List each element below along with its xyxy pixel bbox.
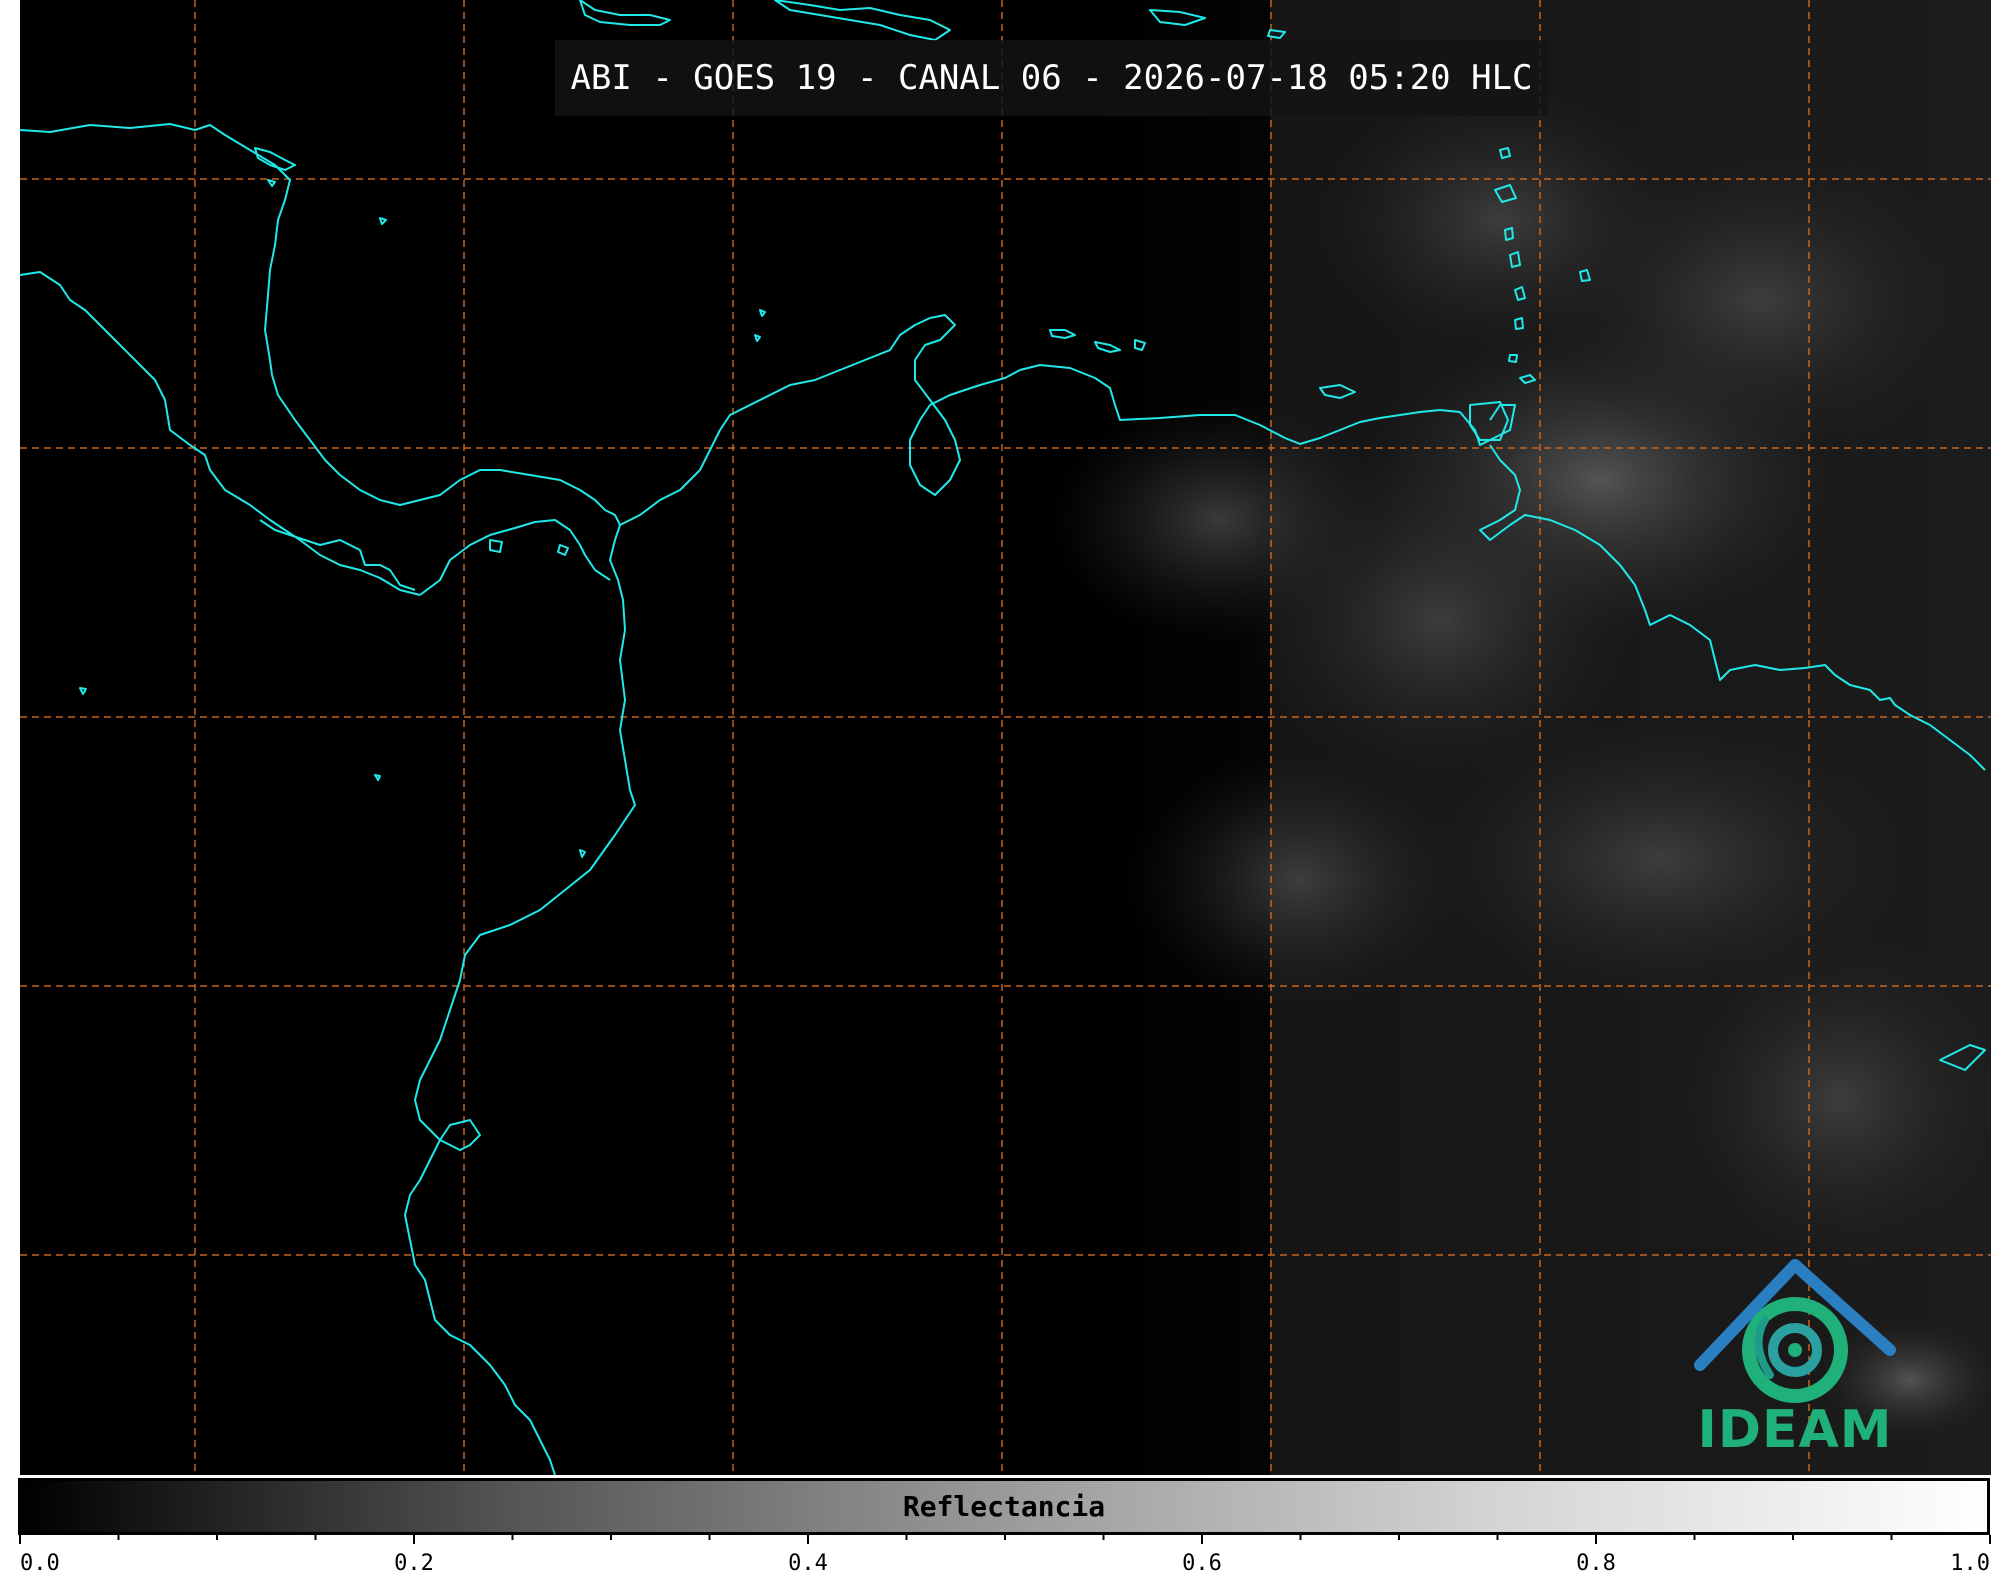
page-title: ABI - GOES 19 - CANAL 06 - 2026-07-18 05…	[570, 58, 1533, 98]
island-gorgona	[579, 849, 586, 858]
colorbar-tick-label: 1.0	[1950, 1551, 1990, 1576]
coastline-yucatan	[20, 123, 291, 376]
colorbar-tick-label: 0.0	[20, 1551, 60, 1576]
island-san-andres	[754, 334, 761, 342]
island-cocos	[79, 687, 87, 695]
colorbar-tick-label: 0.6	[1182, 1551, 1222, 1576]
coastline-central-america-pacific	[419, 519, 611, 596]
island-coiba	[489, 539, 503, 553]
island-swan	[379, 217, 387, 225]
coastline-panama-caribbean	[619, 314, 961, 526]
coastline-gulf-fonseca	[259, 519, 416, 591]
colorbar: Reflectancia	[18, 1478, 1990, 1535]
colorbar-tick-label: 0.2	[394, 1551, 434, 1576]
satellite-map: ABI - GOES 19 - CANAL 06 - 2026-07-18 05…	[20, 0, 1991, 1475]
colorbar-tick-label: 0.4	[788, 1551, 828, 1576]
coastline-panama-pacific	[404, 524, 636, 1475]
coastline-central-america-north	[20, 271, 421, 596]
title-banner: ABI - GOES 19 - CANAL 06 - 2026-07-18 05…	[555, 40, 1548, 116]
island-cuba	[579, 0, 671, 26]
coastline-gulf-honduras	[271, 374, 621, 526]
colorbar-tick-label: 0.8	[1576, 1551, 1616, 1576]
island-hispaniola	[774, 0, 951, 41]
ideam-logo: IDEAM	[1670, 1250, 1920, 1475]
logo-text: IDEAM	[1697, 1400, 1893, 1460]
island-jamaica	[254, 147, 296, 171]
satellite-image-viewer: ABI - GOES 19 - CANAL 06 - 2026-07-18 05…	[0, 0, 2011, 1577]
ideam-logo-icon	[1694, 1259, 1896, 1403]
island-malpelo	[374, 774, 381, 781]
island-pearl	[557, 544, 569, 556]
colorbar-ticks: 0.0 0.2 0.4 0.6 0.8 1.0	[19, 1535, 1991, 1576]
island-cayman	[267, 179, 276, 187]
colorbar-label: Reflectancia	[902, 1490, 1106, 1523]
island-providencia	[759, 309, 766, 317]
